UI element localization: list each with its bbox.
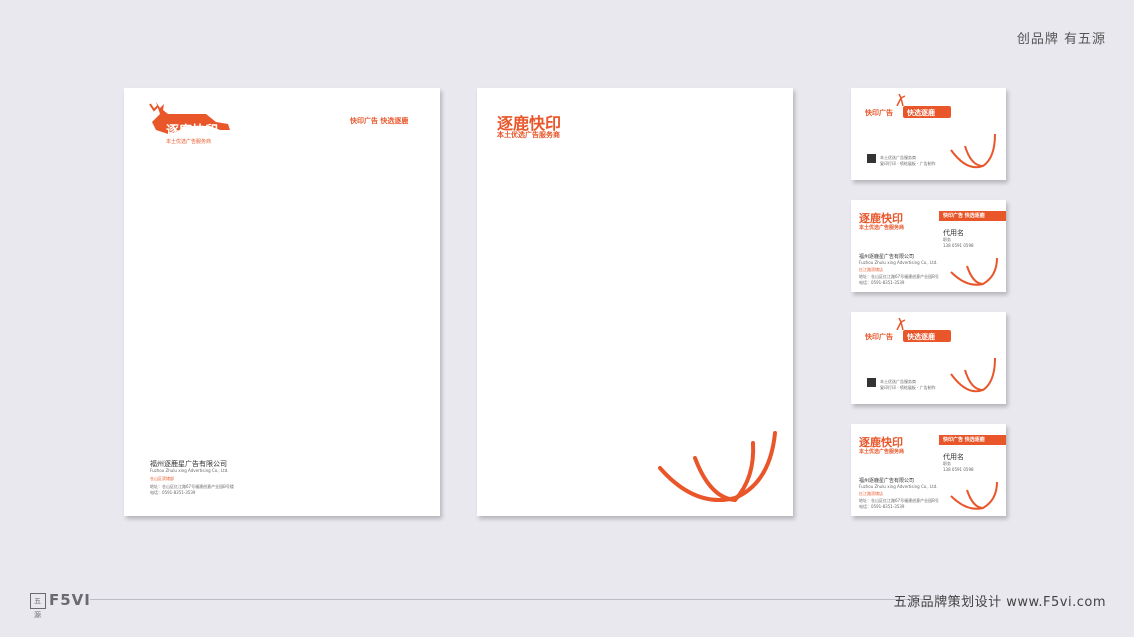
card-line2: 复印打印 · 喷绘展板 · 广告制作: [880, 161, 936, 166]
card-back-1: 逐鹿快印 本土优选广告服务商 快印广告 快选逐鹿 代用名 职务 138 0591…: [851, 200, 1006, 292]
card-back-bar-text: 快印广告 快选逐鹿: [943, 437, 985, 443]
card-slogan-right: 快选逐鹿: [907, 109, 935, 117]
deer-antler-icon: [896, 318, 906, 330]
card-slogan-left: 快印广告: [865, 109, 893, 117]
card-back-sub: 本土优选广告服务商: [859, 449, 905, 455]
card-line2: 复印打印 · 喷绘展板 · 广告制作: [880, 385, 936, 390]
footer-logo: 五源F5VI: [30, 591, 91, 619]
card-back-arc-icon: [950, 257, 998, 286]
letterhead-phone: 电话：0591-8351-3539: [150, 490, 196, 495]
footer-logo-text: F5VI: [49, 591, 91, 609]
qr-code-icon: [867, 378, 876, 387]
letterhead-logo-text: 逐鹿快印: [166, 124, 219, 139]
arc-graphic-icon: [658, 431, 777, 502]
letterhead-paper: 逐鹿快印 本土优选广告服务商 快印广告 快选逐鹿 福州逐鹿星广告有限公司 Fuz…: [124, 88, 440, 516]
card-back-branch: 红江路滨储店: [859, 491, 883, 496]
card-back-phone: 138 0591 0598: [943, 467, 974, 472]
footer-logo-box: 五源: [30, 592, 46, 619]
footer-text: 五源品牌策划设计 www.F5vi.com: [893, 595, 1106, 610]
card-slogan-right: 快选逐鹿: [907, 333, 935, 341]
card-back-company: 福州逐鹿星广告有限公司: [859, 478, 915, 484]
card-slogan-left: 快印广告: [865, 333, 893, 341]
card-front-1: 快印广告 快选逐鹿 本土优选广告服务商 复印打印 · 喷绘展板 · 广告制作: [851, 88, 1006, 180]
card-front-2: 快印广告 快选逐鹿 本土优选广告服务商 复印打印 · 喷绘展板 · 广告制作: [851, 312, 1006, 404]
qr-code-icon: [867, 154, 876, 163]
card-back-arc-icon: [950, 481, 998, 510]
letterhead-logo-sub: 本土优选广告服务商: [166, 139, 212, 145]
card-back-2: 逐鹿快印 本土优选广告服务商 快印广告 快选逐鹿 代用名 职务 138 0591…: [851, 424, 1006, 516]
card-back-phone: 138 0591 0598: [943, 243, 974, 248]
letterhead-branch: 仓山区滨储部: [150, 476, 174, 481]
footer-divider: [90, 599, 924, 600]
card-back-tel: 电话：0591-8351-3539: [859, 504, 905, 509]
letterhead-slogan: 快印广告 快选逐鹿: [350, 117, 409, 125]
envelope-paper: 逐鹿快印 本土优选广告服务商: [477, 88, 793, 516]
letterhead-company-en: Fuzhou Zhulu xing Advertising Co., Ltd.: [150, 468, 229, 473]
envelope-sub: 本土优选广告服务商: [497, 131, 560, 139]
card-back-company-en: Fuzhou Zhulu xing Advertising Co., Ltd.: [859, 260, 938, 265]
deer-antler-icon: [896, 94, 906, 106]
card-back-company-en: Fuzhou Zhulu xing Advertising Co., Ltd.: [859, 484, 938, 489]
card-back-bar-text: 快印广告 快选逐鹿: [943, 213, 985, 219]
card-arc-icon: [950, 357, 996, 393]
card-back-sub: 本土优选广告服务商: [859, 225, 905, 231]
top-tagline: 创品牌 有五源: [1016, 32, 1106, 47]
card-back-company: 福州逐鹿星广告有限公司: [859, 254, 915, 260]
card-arc-icon: [950, 133, 996, 169]
card-back-tel: 电话：0591-8351-3539: [859, 280, 905, 285]
card-back-branch: 红江路滨储店: [859, 267, 883, 272]
